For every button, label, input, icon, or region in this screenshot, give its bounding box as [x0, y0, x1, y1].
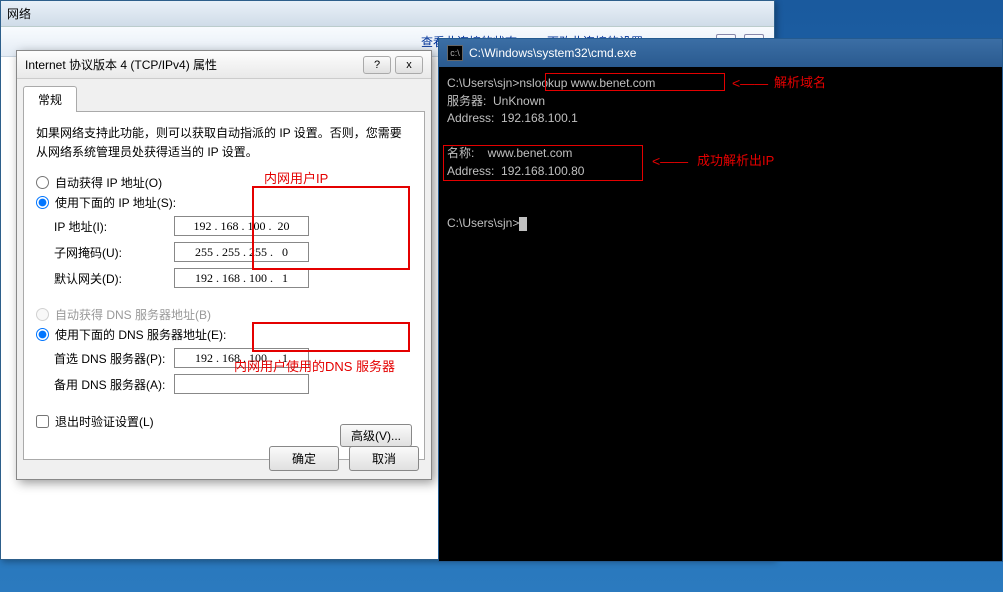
cmd-titlebar[interactable]: c:\ C:\Windows\system32\cmd.exe — [439, 39, 1002, 67]
subnet-mask-label: 子网掩码(U): — [54, 244, 174, 261]
dns2-label: 备用 DNS 服务器(A): — [54, 376, 174, 393]
description-text: 如果网络支持此功能，则可以获取自动指派的 IP 设置。否则，您需要从网络系统管理… — [36, 124, 412, 162]
auto-dns-radio — [36, 308, 49, 321]
cursor — [519, 217, 527, 231]
ok-button[interactable]: 确定 — [269, 446, 339, 471]
bg-title: 网络 — [1, 1, 774, 27]
validate-label: 退出时验证设置(L) — [55, 413, 154, 430]
tab-panel: 如果网络支持此功能，则可以获取自动指派的 IP 设置。否则，您需要从网络系统管理… — [23, 112, 425, 460]
annotation-ip-label: 内网用户IP — [264, 168, 328, 187]
annotation-dns-label: 内网用户使用的DNS 服务器 — [234, 356, 395, 375]
manual-dns-label: 使用下面的 DNS 服务器地址(E): — [55, 326, 226, 343]
gateway-input[interactable] — [174, 268, 309, 288]
auto-ip-radio[interactable] — [36, 176, 49, 189]
cmd-output[interactable]: C:\Users\sjn>nslookup www.benet.com 服务器:… — [439, 67, 1002, 363]
subnet-mask-input[interactable] — [174, 242, 309, 262]
ip-address-input[interactable] — [174, 216, 309, 236]
manual-dns-radio[interactable] — [36, 328, 49, 341]
cancel-button[interactable]: 取消 — [349, 446, 419, 471]
cmd-icon: c:\ — [447, 45, 463, 61]
dialog-close-button[interactable]: x — [395, 56, 423, 74]
dialog-title: Internet 协议版本 4 (TCP/IPv4) 属性 — [25, 56, 217, 73]
auto-ip-label: 自动获得 IP 地址(O) — [55, 174, 162, 191]
auto-dns-label: 自动获得 DNS 服务器地址(B) — [55, 306, 211, 323]
validate-checkbox[interactable] — [36, 415, 49, 428]
dns1-label: 首选 DNS 服务器(P): — [54, 350, 174, 367]
ip-address-label: IP 地址(I): — [54, 218, 174, 235]
annotation-result-label: 成功解析出IP — [697, 153, 774, 169]
dialog-titlebar[interactable]: Internet 协议版本 4 (TCP/IPv4) 属性 ? x — [17, 51, 431, 79]
tcpip-properties-dialog: Internet 协议版本 4 (TCP/IPv4) 属性 ? x 常规 如果网… — [16, 50, 432, 480]
gateway-label: 默认网关(D): — [54, 270, 174, 287]
arrow-icon: <—— — [732, 75, 768, 93]
manual-ip-label: 使用下面的 IP 地址(S): — [55, 194, 176, 211]
manual-ip-radio[interactable] — [36, 196, 49, 209]
dns2-input[interactable] — [174, 374, 309, 394]
annotation-nslookup-label: 解析域名 — [774, 75, 826, 91]
arrow-icon: <—— — [652, 153, 688, 171]
cmd-window: c:\ C:\Windows\system32\cmd.exe C:\Users… — [438, 38, 1003, 562]
cmd-title: C:\Windows\system32\cmd.exe — [469, 46, 636, 60]
advanced-button[interactable]: 高级(V)... — [340, 424, 412, 447]
dialog-help-button[interactable]: ? — [363, 56, 391, 74]
tab-general[interactable]: 常规 — [23, 86, 77, 112]
